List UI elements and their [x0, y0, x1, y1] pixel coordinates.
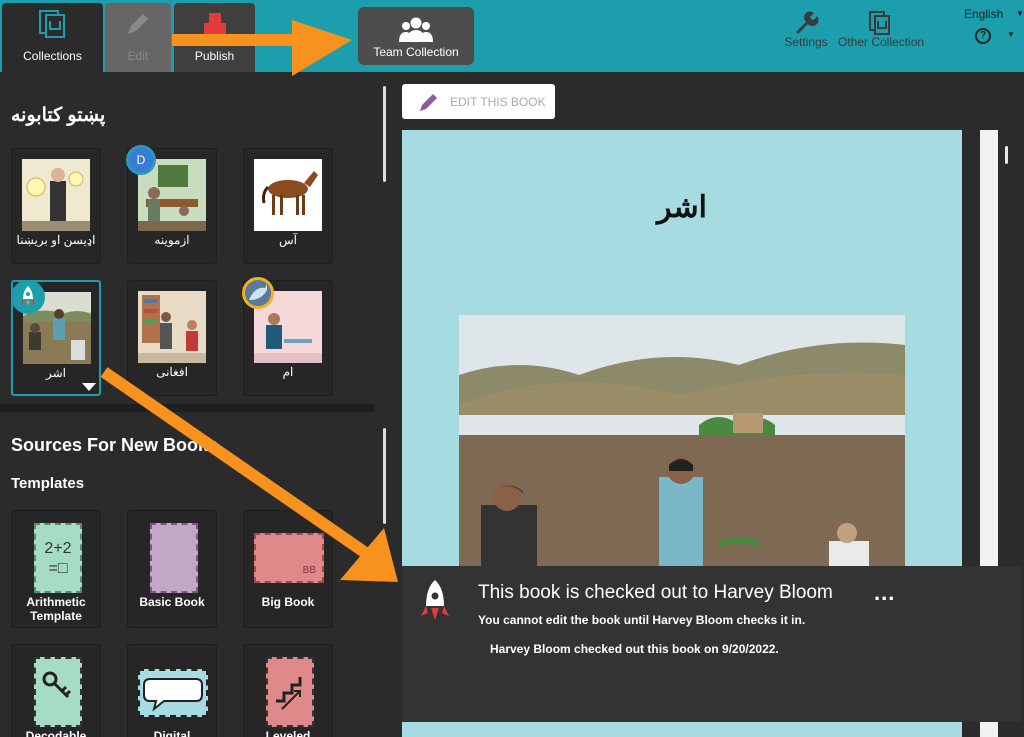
- template-tile[interactable]: Digital: [127, 644, 217, 737]
- collection-scrollbar[interactable]: [383, 86, 386, 182]
- book-title: اشر: [45, 366, 66, 380]
- template-thumbnail: [138, 669, 208, 717]
- settings-label: Settings: [784, 35, 828, 49]
- book-title: آس: [279, 233, 297, 247]
- template-thumbnail: [150, 523, 198, 593]
- tab-collections[interactable]: Collections: [2, 3, 103, 72]
- tab-edit-label: Edit: [127, 49, 149, 63]
- stairs-icon: [276, 677, 302, 710]
- book-title: افغانی: [156, 365, 188, 379]
- template-tile[interactable]: Leveled: [243, 644, 333, 737]
- template-name: Big Book: [261, 595, 315, 609]
- sources-scrollbar[interactable]: [383, 428, 386, 524]
- help-icon[interactable]: ?: [975, 28, 991, 44]
- book-tile[interactable]: D ازموینه: [126, 145, 217, 264]
- language-menu[interactable]: English ▼: [964, 7, 1024, 21]
- wrench-icon: [796, 11, 819, 34]
- caret-down-icon[interactable]: ▼: [1007, 30, 1015, 39]
- tab-edit[interactable]: Edit: [105, 3, 171, 72]
- caret-down-icon: ▼: [1016, 9, 1024, 18]
- rocket-badge: [11, 280, 45, 314]
- notice-message: You cannot edit the book until Harvey Bl…: [478, 613, 806, 627]
- edit-this-book-button[interactable]: EDIT THIS BOOK: [402, 84, 555, 119]
- template-tile[interactable]: Decodable: [11, 644, 101, 737]
- template-tile[interactable]: Basic Book: [127, 510, 217, 628]
- more-options-button[interactable]: ...: [874, 580, 895, 606]
- template-name: Decodable: [25, 729, 87, 737]
- template-thumbnail: [34, 657, 82, 727]
- edit-this-book-label: EDIT THIS BOOK: [450, 95, 546, 109]
- template-thumbnail: [266, 657, 314, 727]
- publish-icon: [203, 13, 226, 35]
- book-menu-caret-icon[interactable]: [82, 383, 96, 391]
- template-name: Basic Book: [139, 595, 205, 609]
- book-tile[interactable]: افغانی: [127, 280, 217, 396]
- other-collection-label: Other Collection: [838, 35, 925, 49]
- notice-title: This book is checked out to Harvey Bloom: [478, 582, 833, 603]
- preview-scrollbar[interactable]: [1005, 146, 1008, 164]
- keys-icon: [42, 671, 72, 699]
- pencil-icon: [128, 14, 148, 34]
- template-name: Arithmetic Template: [26, 595, 86, 623]
- template-tile[interactable]: 2+2 =□ Arithmetic Template: [11, 510, 101, 628]
- book-tile-selected[interactable]: اشر: [11, 280, 101, 396]
- panel-divider: [0, 404, 375, 412]
- book-page-title: اشر: [656, 191, 708, 224]
- template-thumbnail: BB: [254, 533, 324, 583]
- book-thumbnail: [22, 159, 90, 231]
- notice-checkout-detail: Harvey Bloom checked out this book on 9/…: [490, 642, 779, 656]
- checked-out-notice: This book is checked out to Harvey Bloom…: [402, 566, 1022, 722]
- bird-avatar-icon: [249, 284, 267, 300]
- book-thumbnail: [254, 159, 322, 231]
- template-thumbnail: 2+2 =□: [34, 523, 82, 593]
- book-tile[interactable]: آس: [243, 148, 333, 264]
- top-bar: Collections Edit Publish Team Collection…: [0, 0, 1024, 72]
- book-title: ام: [282, 365, 294, 379]
- book-tile[interactable]: ام: [242, 277, 333, 396]
- help-symbol: ?: [979, 30, 987, 41]
- book-tile[interactable]: اډیسن او بریښنا: [11, 148, 101, 264]
- tab-publish-label: Publish: [194, 49, 235, 63]
- speech-bubble-icon: [143, 678, 203, 712]
- book-thumbnail: [138, 291, 206, 363]
- tab-collections-label: Collections: [23, 49, 82, 63]
- collections-icon: [38, 10, 65, 38]
- book-cover-illustration: [459, 315, 905, 575]
- user-avatar-badge: D: [126, 145, 156, 175]
- templates-heading: Templates: [11, 475, 85, 492]
- team-collection-label: Team Collection: [373, 45, 459, 59]
- team-icon: [399, 17, 433, 42]
- book-title: ازموینه: [154, 233, 190, 247]
- pencil-icon: [420, 94, 437, 111]
- rocket-icon: [421, 580, 449, 620]
- sources-title: Sources For New Books: [11, 435, 219, 455]
- language-label: English: [964, 7, 1004, 21]
- collection-title: پښتو کتابونه: [11, 105, 106, 126]
- app-window: Collections Edit Publish Team Collection…: [0, 0, 1024, 737]
- user-avatar-badge: [242, 277, 274, 309]
- template-name: Digital: [153, 729, 191, 737]
- tab-publish[interactable]: Publish: [174, 3, 255, 72]
- template-tile[interactable]: BB Big Book: [243, 510, 333, 628]
- team-collection-button[interactable]: Team Collection: [358, 7, 474, 65]
- rocket-icon: [20, 286, 36, 306]
- collections-panel: پښتو کتابونه اډیسن او بریښنا D ازموینه آ…: [0, 72, 390, 737]
- template-name: Leveled: [265, 729, 311, 737]
- other-collection-icon: [869, 11, 890, 35]
- book-title: اډیسن او بریښنا: [16, 233, 96, 247]
